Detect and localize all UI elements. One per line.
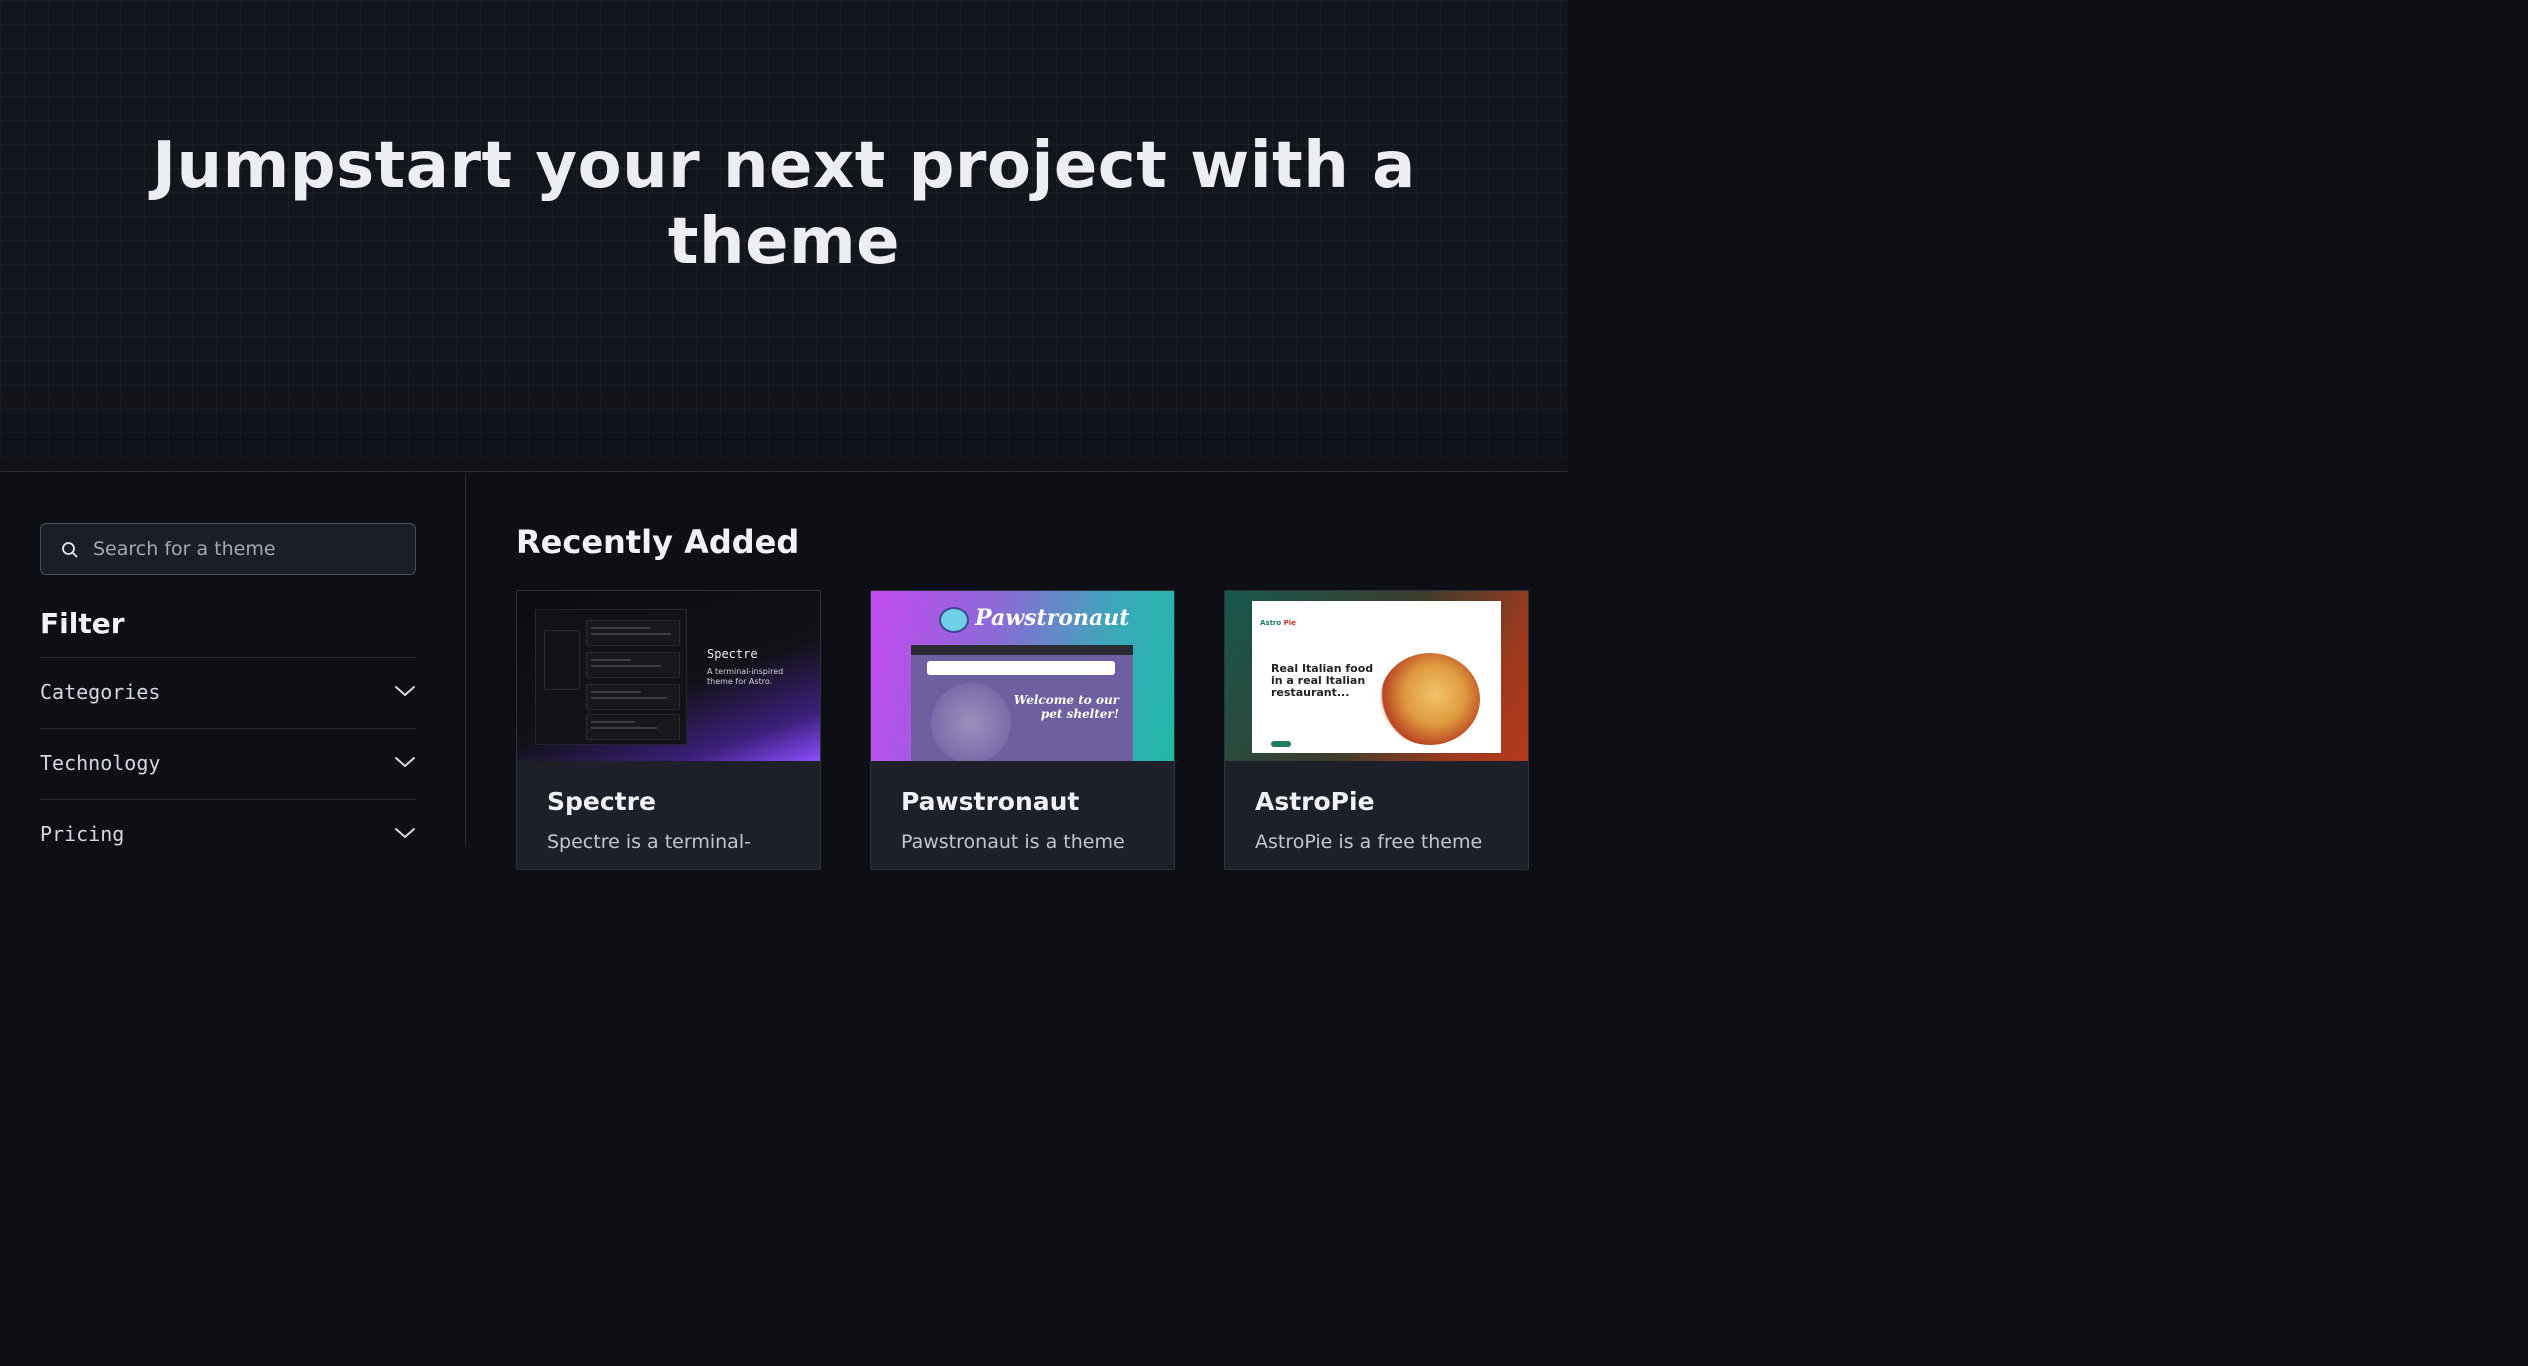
filter-pricing[interactable]: Pricing: [40, 799, 416, 870]
card-description: AstroPie is a free theme: [1255, 831, 1483, 853]
preview-panel: [586, 684, 680, 710]
sidebar: Filter Categories Technology Pricing: [0, 473, 466, 847]
chevron-down-icon: [395, 686, 415, 696]
hero-section: Jumpstart your next project with a theme: [0, 0, 1568, 472]
main-content: Recently Added Spectre A terminal-inspir…: [467, 473, 1568, 870]
search-box[interactable]: [40, 523, 416, 575]
section-title: Recently Added: [516, 523, 800, 561]
card-title: Spectre: [547, 787, 656, 816]
preview-panel: [586, 714, 680, 740]
filter-label: Technology: [40, 751, 161, 775]
chevron-down-icon: [395, 757, 415, 767]
chevron-down-icon: [395, 828, 415, 838]
theme-thumbnail: Spectre A terminal-inspired theme for As…: [517, 591, 820, 761]
preview-navbar: [927, 661, 1115, 675]
preview-panel: [586, 620, 680, 646]
card-title: AstroPie: [1255, 787, 1375, 816]
thumbnail-subtitle: A terminal-inspired theme for Astro.: [707, 667, 784, 686]
hero-title: Jumpstart your next project with a theme: [152, 129, 1416, 279]
pizza-image: [1380, 653, 1480, 745]
filter-title: Filter: [40, 607, 125, 640]
filter-label: Categories: [40, 680, 161, 704]
cat-logo-icon: [939, 607, 969, 633]
thumbnail-title: Spectre: [707, 647, 758, 661]
search-input[interactable]: [93, 524, 403, 574]
theme-thumbnail: Pawstronaut Welcome to our pet shelter!: [871, 591, 1174, 761]
card-title: Pawstronaut: [901, 787, 1080, 816]
preview-window: [535, 609, 687, 745]
filter-technology[interactable]: Technology: [40, 728, 416, 799]
thumbnail-title: Pawstronaut: [975, 605, 1130, 631]
theme-card-spectre[interactable]: Spectre A terminal-inspired theme for As…: [516, 590, 821, 870]
theme-card-astropie[interactable]: Astro Pie Real Italian food in a real It…: [1224, 590, 1529, 870]
preview-button: [1271, 741, 1291, 747]
card-description: Pawstronaut is a theme: [901, 831, 1125, 853]
filter-categories[interactable]: Categories: [40, 657, 416, 728]
thumbnail-logo: Astro Pie: [1260, 619, 1296, 627]
thumbnail-heading: Real Italian food in a real Italian rest…: [1271, 662, 1374, 699]
cat-photo: [931, 683, 1011, 761]
preview-window: Welcome to our pet shelter!: [911, 645, 1133, 761]
preview-panel: [586, 652, 680, 678]
filter-label: Pricing: [40, 822, 125, 846]
theme-card-pawstronaut[interactable]: Pawstronaut Welcome to our pet shelter! …: [870, 590, 1175, 870]
preview-sidebar: [544, 630, 580, 690]
theme-thumbnail: Astro Pie Real Italian food in a real It…: [1225, 591, 1528, 761]
card-description: Spectre is a terminal-: [547, 831, 751, 853]
search-icon: [62, 542, 78, 558]
preview-window: Astro Pie Real Italian food in a real It…: [1252, 601, 1501, 753]
thumbnail-hero-text: Welcome to our pet shelter!: [1013, 693, 1119, 721]
